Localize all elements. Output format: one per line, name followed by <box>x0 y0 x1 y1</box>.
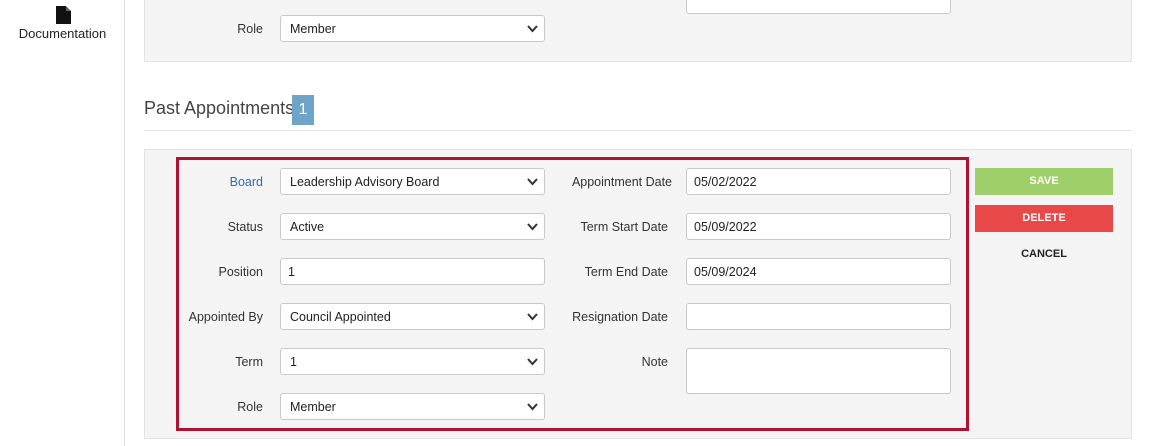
cancel-button[interactable]: CANCEL <box>975 241 1113 268</box>
delete-button[interactable]: DELETE <box>975 205 1113 232</box>
role-label-top: Role <box>237 22 263 36</box>
role-select-value: Member <box>290 22 336 36</box>
highlight-box <box>176 157 969 431</box>
role-select-top[interactable]: Member <box>280 15 545 42</box>
section-title: Past Appointments <box>144 98 295 118</box>
sidebar: Documentation <box>0 0 125 446</box>
note-textarea-top[interactable] <box>686 0 951 14</box>
chevron-down-icon <box>527 25 538 33</box>
document-icon <box>56 6 71 24</box>
sidebar-item-documentation[interactable]: Documentation <box>0 0 125 50</box>
sidebar-item-label: Documentation <box>18 26 107 41</box>
count-badge: 1 <box>292 95 314 125</box>
save-button[interactable]: SAVE <box>975 168 1113 195</box>
divider <box>144 130 1132 131</box>
